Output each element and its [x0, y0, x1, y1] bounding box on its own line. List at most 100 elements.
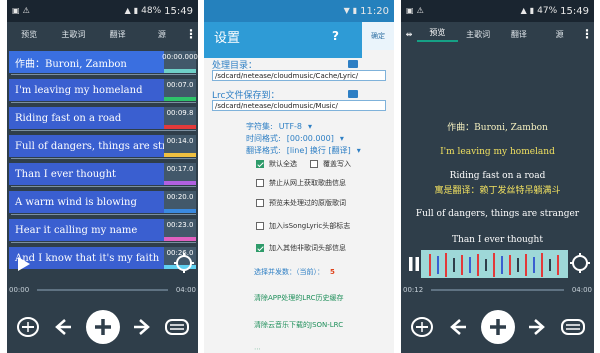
- lyric-timestamp: 00:14.0: [164, 135, 196, 157]
- seek-bar[interactable]: 00:12 04:00: [401, 278, 594, 300]
- lyric-row[interactable]: And I know that it's my faith 00:26.0: [9, 246, 196, 270]
- confirm-button[interactable]: 确定: [362, 22, 394, 50]
- previous-arrow-icon[interactable]: [50, 314, 76, 340]
- charset-row[interactable]: 字符集: UTF-8 ▾: [246, 121, 312, 132]
- option-no-network[interactable]: 禁止从网上获取歌曲信息: [256, 178, 346, 188]
- waveform-view[interactable]: [421, 250, 568, 280]
- concurrency-value[interactable]: 5: [330, 268, 335, 276]
- play-button[interactable]: [15, 254, 33, 274]
- lyric-text: Riding fast on a road: [9, 107, 164, 129]
- tab-preview[interactable]: 预览: [7, 29, 51, 40]
- more-options-button[interactable]: ⋯: [254, 345, 261, 353]
- lyric-editor-screen: ▣ ⚠ ▲ ▮ 48% 15:49 预览 主歌词 翻译 源 ⋮ 作曲：Buron…: [7, 0, 198, 353]
- checkbox[interactable]: [310, 160, 318, 168]
- lyric-text: Hear it calling my name: [9, 219, 164, 241]
- wifi-icon: ▼: [343, 6, 350, 15]
- folder-icon[interactable]: [348, 60, 358, 68]
- mode-toggle-icon[interactable]: [15, 314, 41, 340]
- seek-time-start: 00:12: [403, 286, 424, 294]
- clear-json-lrc-button[interactable]: 清除云音乐下载的JSON-LRC: [254, 320, 343, 330]
- preview-translation: 寓是翻译：赖丁发丝特吊躺满斗: [434, 186, 561, 196]
- lrc-dir-input[interactable]: /sdcard/netease/cloudmusic/Music/: [212, 100, 386, 111]
- help-icon[interactable]: ?: [332, 29, 339, 43]
- charset-label: 字符集:: [246, 122, 273, 131]
- tab-source[interactable]: 源: [539, 29, 580, 40]
- concurrency-row[interactable]: 选择并发数：（当前）： 5: [254, 267, 335, 277]
- lyric-preview-screen: ▣ ⚠ ▲ ▮ 47% 15:49 ⇹ 预览 主歌词 翻译 源 ⋮ 作曲：Bur…: [401, 0, 594, 353]
- lyric-text: Than I ever thought: [9, 163, 164, 185]
- pause-button[interactable]: [407, 254, 421, 274]
- tab-translation[interactable]: 翻译: [499, 29, 540, 40]
- player-controls: 00:00 04:00: [7, 278, 198, 353]
- next-arrow-icon[interactable]: [129, 314, 155, 340]
- add-timestamp-button[interactable]: [85, 310, 120, 344]
- lyric-text: A warm wind is blowing: [9, 191, 164, 213]
- overflow-menu-icon[interactable]: ⋮: [184, 27, 198, 41]
- signal-icon: ▲: [520, 6, 527, 15]
- folder-icon[interactable]: [348, 90, 358, 98]
- checkbox[interactable]: [256, 199, 264, 207]
- lyric-timestamp: 00:09.8: [164, 107, 196, 129]
- mode-toggle-icon[interactable]: [409, 314, 435, 340]
- tab-main-lyrics[interactable]: 主歌词: [458, 29, 499, 40]
- option-other-headers[interactable]: 加入其他非歌词头部信息: [256, 243, 346, 253]
- status-bar: ▣ ⚠ ▲ ▮ 47% 15:49: [401, 0, 594, 22]
- tab-source[interactable]: 源: [140, 29, 184, 40]
- clock: 11:20: [360, 5, 389, 17]
- translation-format-row[interactable]: 翻译格式: [line] 换行 [翻译] ▾: [246, 145, 361, 156]
- time-format-label: 时间格式:: [246, 134, 281, 143]
- lyric-row[interactable]: Than I ever thought 00:17.0: [9, 162, 196, 186]
- lyric-row[interactable]: Hear it calling my name 00:23.0: [9, 218, 196, 242]
- app-icon: ▣: [406, 6, 414, 15]
- time-format-select[interactable]: [00:00.000]: [287, 134, 334, 143]
- translation-format-select[interactable]: [line] 换行 [翻译]: [287, 145, 351, 156]
- lyric-timestamp: 00:20.0: [164, 191, 196, 213]
- lyric-text: 作曲：Buroni, Zambon: [9, 51, 164, 73]
- add-timestamp-button[interactable]: [480, 310, 515, 344]
- clock: 15:49: [164, 5, 193, 17]
- time-format-row[interactable]: 时间格式: [00:00.000] ▾: [246, 133, 344, 144]
- keyboard-icon[interactable]: [164, 314, 190, 340]
- keyboard-icon[interactable]: [560, 314, 586, 340]
- charset-select[interactable]: UTF-8: [279, 122, 302, 131]
- lyric-row[interactable]: Full of dangers, things are stra 00:14.0: [9, 134, 196, 158]
- lyric-timestamp: 00:00.000: [162, 51, 198, 73]
- seek-target-icon[interactable]: [569, 252, 591, 274]
- translation-format-label: 翻译格式:: [246, 146, 281, 155]
- previous-arrow-icon[interactable]: [445, 314, 471, 340]
- tab-preview[interactable]: 预览: [417, 27, 458, 42]
- option-select-all[interactable]: 默认全选: [256, 159, 297, 169]
- dropdown-icon: ▾: [356, 146, 361, 155]
- clock: 15:49: [560, 5, 589, 17]
- tab-translation[interactable]: 翻译: [96, 29, 140, 40]
- split-icon[interactable]: ⇹: [401, 30, 417, 39]
- lyric-row[interactable]: A warm wind is blowing 00:20.0: [9, 190, 196, 214]
- seek-bar[interactable]: 00:00 04:00: [7, 278, 198, 300]
- settings-screen: ▼ ▮ 11:20 设置 ? 确定 处理目录： /sdcard/netease/…: [204, 0, 394, 353]
- lyric-row[interactable]: Riding fast on a road 00:09.8: [9, 106, 196, 130]
- preview-line: Than I ever thought: [452, 235, 543, 245]
- app-icon: ▣: [12, 6, 20, 15]
- option-preview-raw[interactable]: 预览未处理过的原版歌词: [256, 198, 346, 208]
- seek-target-icon[interactable]: [173, 252, 195, 274]
- notification-icon: ⚠: [416, 6, 424, 15]
- checkbox[interactable]: [256, 244, 264, 252]
- clear-lrc-cache-button[interactable]: 清除APP处理的LRC历史缓存: [254, 293, 344, 303]
- process-dir-input[interactable]: /sdcard/netease/cloudmusic/Cache/Lyric/: [212, 70, 386, 81]
- tab-main-lyrics[interactable]: 主歌词: [51, 29, 95, 40]
- lyric-timestamp: 00:07.0: [164, 79, 196, 101]
- option-overwrite[interactable]: 覆盖写入: [310, 159, 351, 169]
- battery-level: 47%: [537, 6, 558, 16]
- preview-line-current: Riding fast on a road: [449, 171, 546, 181]
- lyric-row[interactable]: I'm leaving my homeland 00:07.0: [9, 78, 196, 102]
- battery-icon: ▮: [529, 6, 535, 15]
- option-song-lyric-flag[interactable]: 加入isSongLyric头部标志: [256, 221, 350, 231]
- overflow-menu-icon[interactable]: ⋮: [580, 27, 594, 41]
- checkbox[interactable]: [256, 179, 264, 187]
- status-bar: ▼ ▮ 11:20: [204, 0, 394, 22]
- next-arrow-icon[interactable]: [524, 314, 550, 340]
- lyric-row[interactable]: 作曲：Buroni, Zambon 00:00.000: [9, 50, 198, 74]
- preview-line: Full of dangers, things are stranger: [415, 209, 580, 219]
- checkbox[interactable]: [256, 160, 264, 168]
- checkbox[interactable]: [256, 222, 264, 230]
